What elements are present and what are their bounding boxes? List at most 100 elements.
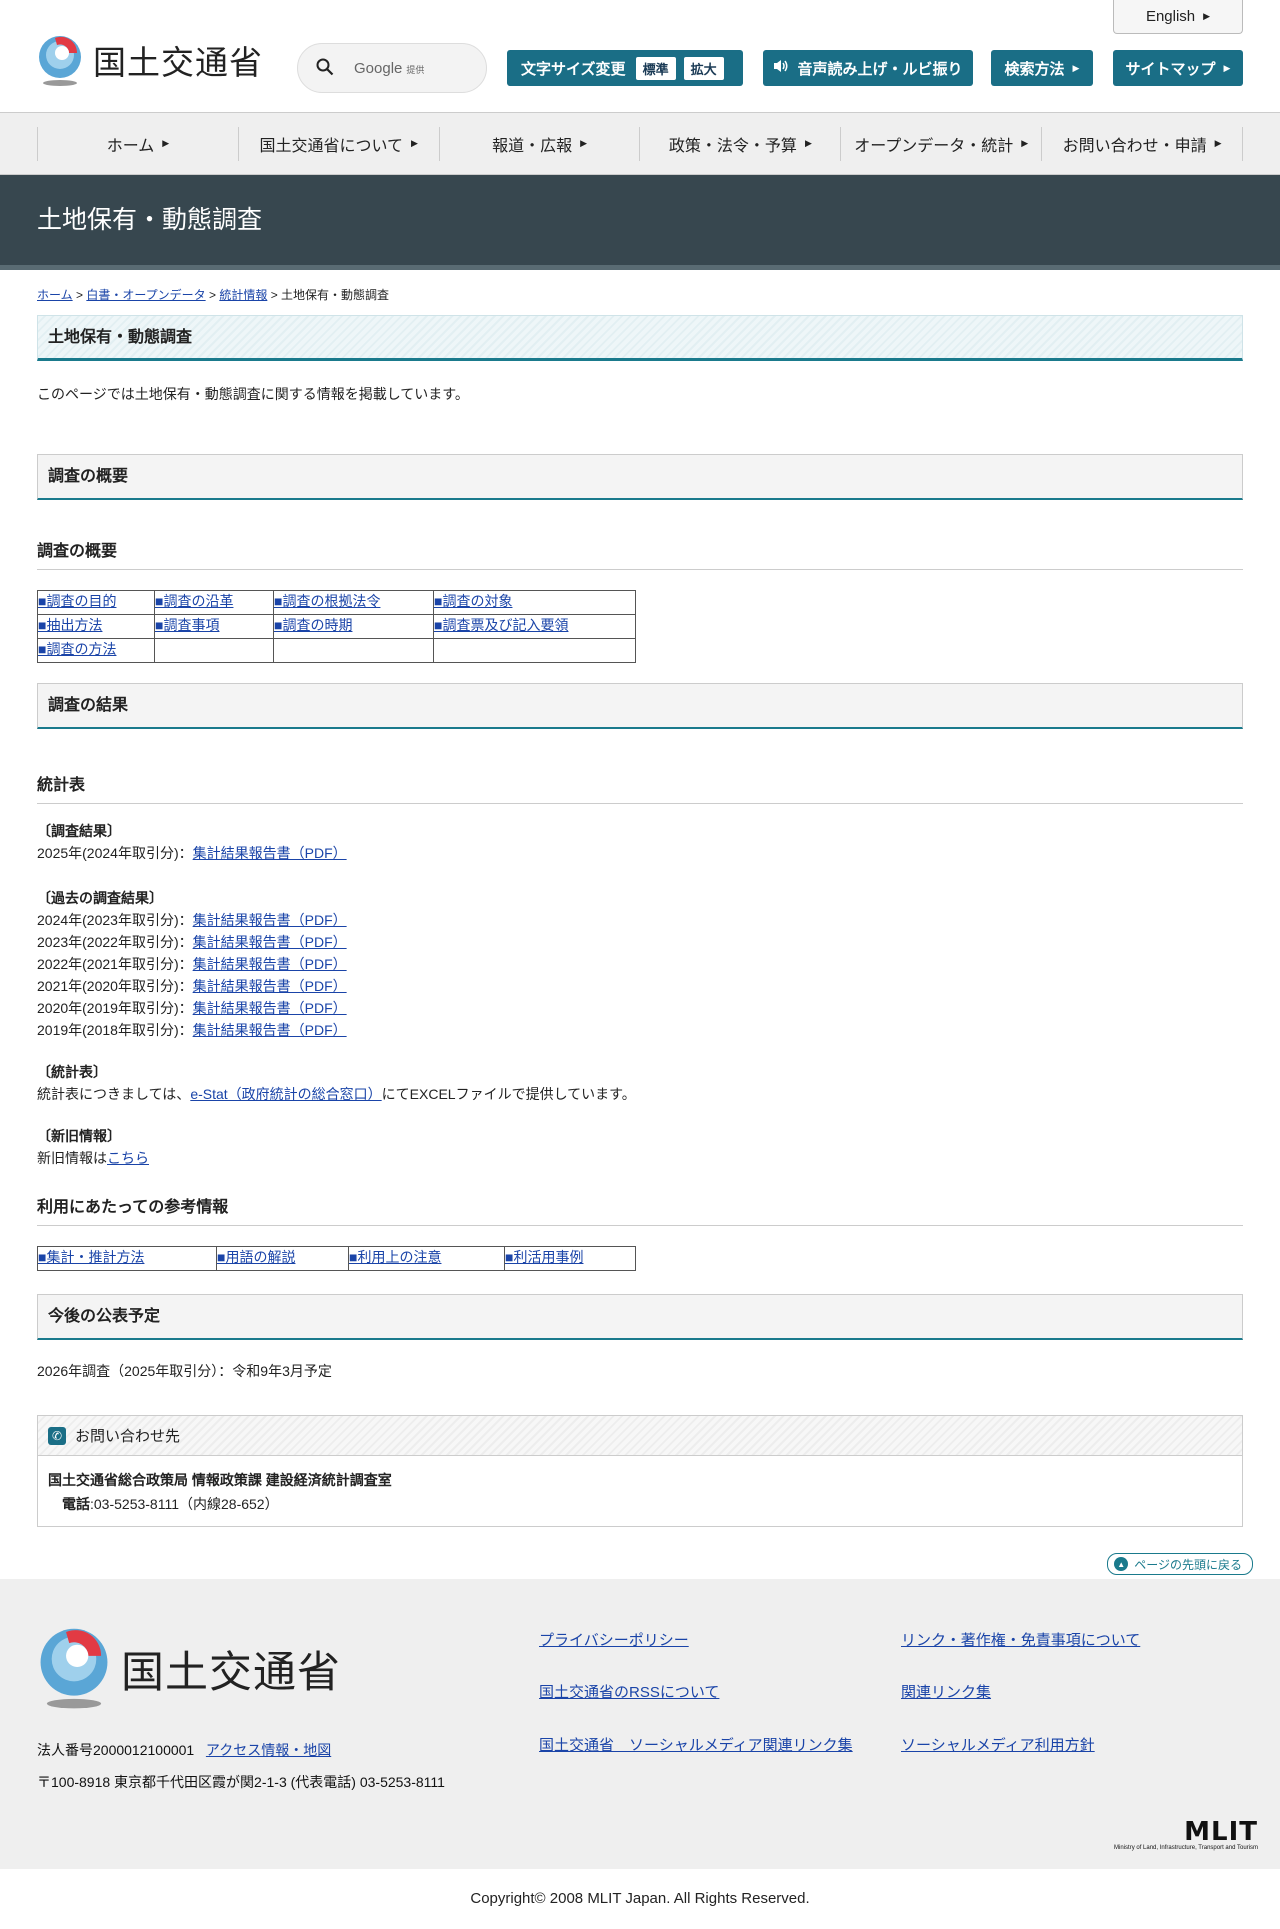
nav-item-contact[interactable]: お問い合わせ・申請 ▶ xyxy=(1041,126,1243,161)
font-size-control: 文字サイズ変更 標準 拡大 xyxy=(507,50,743,86)
nav-item-home[interactable]: ホーム ▶ xyxy=(37,126,238,161)
reference-links-table: ■集計・推計方法 ■用語の解説 ■利用上の注意 ■利活用事例 xyxy=(37,1246,636,1271)
voice-reading-button[interactable]: 音声読み上げ・ルビ振り xyxy=(763,50,973,86)
link-legal-basis[interactable]: ■調査の根拠法令 xyxy=(274,593,380,609)
footer-logo-text: 国土交通省 xyxy=(121,1647,341,1698)
link-use-cases[interactable]: ■利活用事例 xyxy=(505,1249,583,1265)
triangle-right-icon: ▶ xyxy=(1072,62,1080,73)
report-pdf-link[interactable]: 集計結果報告書（PDF） xyxy=(193,912,347,928)
reference-subheading: 利用にあたっての参考情報 xyxy=(37,1193,1243,1226)
link-method[interactable]: ■調査の方法 xyxy=(38,641,116,657)
arrow-up-icon: ▲ xyxy=(1114,1557,1129,1571)
page-title: 土地保有・動態調査 xyxy=(37,206,263,234)
voice-label: 音声読み上げ・ルビ振り xyxy=(797,60,963,78)
report-pdf-link[interactable]: 集計結果報告書（PDF） xyxy=(193,1022,347,1038)
nav-item-about[interactable]: 国土交通省について ▶ xyxy=(237,126,439,161)
report-pdf-link[interactable]: 集計結果報告書（PDF） xyxy=(193,978,347,994)
english-label: English xyxy=(1145,8,1196,25)
stats-block: 〔調査結果〕 2025年(2024年取引分)：集計結果報告書（PDF） 〔過去の… xyxy=(37,820,1243,1169)
newold-link[interactable]: こちら xyxy=(107,1150,149,1166)
link-usage-notes[interactable]: ■利用上の注意 xyxy=(349,1249,441,1265)
breadcrumb-home[interactable]: ホーム xyxy=(37,288,73,302)
mlit-logo-icon xyxy=(37,1624,111,1713)
address: 〒100-8918 東京都千代田区霞が関2-1-3 (代表電話) 03-5253… xyxy=(37,1774,445,1790)
report-pdf-link[interactable]: 集計結果報告書（PDF） xyxy=(193,934,347,950)
contact-phone: 電話:03-5253-8111（内線28-652） xyxy=(62,1496,279,1512)
stat-table-label: 〔統計表〕 xyxy=(37,1064,107,1080)
search-method-label: 検索方法 xyxy=(1004,60,1065,78)
link-glossary[interactable]: ■用語の解説 xyxy=(217,1249,295,1265)
list-item: 2021年(2020年取引分)：集計結果報告書（PDF） xyxy=(37,978,347,994)
table-row: ■調査の方法 xyxy=(37,638,636,663)
link-items[interactable]: ■調査事項 xyxy=(155,617,219,633)
breadcrumb-current: 土地保有・動態調査 xyxy=(281,288,390,302)
access-link[interactable]: アクセス情報・地図 xyxy=(206,1742,331,1758)
search-input[interactable]: Google 提供 xyxy=(297,43,487,93)
current-results-label: 〔調査結果〕 xyxy=(37,823,121,839)
link-history[interactable]: ■調査の沿革 xyxy=(155,593,233,609)
report-pdf-link[interactable]: 集計結果報告書（PDF） xyxy=(193,956,347,972)
speaker-icon xyxy=(773,59,789,77)
font-size-large-button[interactable]: 拡大 xyxy=(683,56,724,80)
breadcrumb-stats[interactable]: 統計情報 xyxy=(219,288,267,302)
copyright-link[interactable]: リンク・著作権・免責事項について xyxy=(901,1629,1140,1650)
english-button[interactable]: English ▶ xyxy=(1113,0,1243,34)
list-item: 2022年(2021年取引分)：集計結果報告書（PDF） xyxy=(37,956,347,972)
triangle-right-icon: ▶ xyxy=(162,138,170,148)
link-purpose[interactable]: ■調査の目的 xyxy=(38,593,116,609)
intro-text: このページでは土地保有・動態調査に関する情報を掲載しています。 xyxy=(37,386,469,402)
overview-subheading: 調査の概要 xyxy=(37,537,1243,570)
overview-links-table: ■調査の目的 ■調査の沿革 ■調査の根拠法令 ■調査の対象 ■抽出方法 ■調査事… xyxy=(37,590,636,663)
triangle-right-icon: ▶ xyxy=(1203,11,1211,21)
font-size-normal-button[interactable]: 標準 xyxy=(635,56,676,80)
schedule-text: 2026年調査（2025年取引分）：令和9年3月予定 xyxy=(37,1363,332,1379)
global-nav: ホーム ▶ 国土交通省について ▶ 報道・広報 ▶ 政策・法令・予算 ▶ オープンデータ… xyxy=(0,112,1280,175)
footer-logo[interactable]: 国土交通省 xyxy=(37,1624,341,1713)
site-header: 国土交通省 English ▶ Google 提供 文字サイズ変更 標準 拡大 音… xyxy=(0,0,1280,112)
list-item: 2025年(2024年取引分)：集計結果報告書（PDF） xyxy=(37,845,347,861)
breadcrumb: ホーム > 白書・オープンデータ > 統計情報 > 土地保有・動態調査 xyxy=(37,288,390,302)
link-forms[interactable]: ■調査票及び記入要領 xyxy=(434,617,568,633)
list-item: 2024年(2023年取引分)：集計結果報告書（PDF） xyxy=(37,912,347,928)
nav-item-opendata[interactable]: オープンデータ・統計 ▶ xyxy=(840,126,1041,161)
link-timing[interactable]: ■調査の時期 xyxy=(274,617,352,633)
search-placeholder: Google 提供 xyxy=(354,59,425,77)
newold-label: 〔新旧情報〕 xyxy=(37,1128,121,1144)
rss-link[interactable]: 国土交通省のRSSについて xyxy=(539,1681,719,1702)
list-item: 2019年(2018年取引分)：集計結果報告書（PDF） xyxy=(37,1022,347,1038)
social-links-link[interactable]: 国土交通省 ソーシャルメディア関連リンク集 xyxy=(539,1734,853,1755)
search-method-button[interactable]: 検索方法 ▶ xyxy=(991,50,1093,86)
privacy-policy-link[interactable]: プライバシーポリシー xyxy=(539,1629,689,1650)
triangle-right-icon: ▶ xyxy=(804,138,812,148)
table-row: ■抽出方法 ■調査事項 ■調査の時期 ■調査票及び記入要領 xyxy=(37,614,636,639)
breadcrumb-white-paper[interactable]: 白書・オープンデータ xyxy=(86,288,205,302)
schedule-section-heading: 今後の公表予定 xyxy=(37,1294,1243,1340)
contact-body: 国土交通省総合政策局 情報政策課 建設経済統計調査室 電話:03-5253-81… xyxy=(38,1456,1242,1526)
copyright: Copyright© 2008 MLIT Japan. All Rights R… xyxy=(470,1890,810,1907)
link-sampling[interactable]: ■抽出方法 xyxy=(38,617,102,633)
nav-item-policy[interactable]: 政策・法令・予算 ▶ xyxy=(639,126,840,161)
triangle-right-icon: ▶ xyxy=(1021,138,1029,148)
nav-item-press[interactable]: 報道・広報 ▶ xyxy=(438,126,640,161)
contact-org: 国土交通省総合政策局 情報政策課 建設経済統計調査室 xyxy=(48,1472,392,1488)
report-pdf-link[interactable]: 集計結果報告書（PDF） xyxy=(193,1000,347,1016)
social-policy-link[interactable]: ソーシャルメディア利用方針 xyxy=(901,1734,1095,1755)
table-row: ■調査の目的 ■調査の沿革 ■調査の根拠法令 ■調査の対象 xyxy=(37,590,636,615)
related-links-link[interactable]: 関連リンク集 xyxy=(901,1681,991,1702)
list-item: 2023年(2022年取引分)：集計結果報告書（PDF） xyxy=(37,934,347,950)
estat-link[interactable]: e-Stat（政府統計の総合窓口） xyxy=(190,1086,381,1102)
page-heading: 土地保有・動態調査 xyxy=(37,315,1243,361)
to-top-button[interactable]: ▲ ページの先頭に戻る xyxy=(1107,1553,1253,1575)
link-target[interactable]: ■調査の対象 xyxy=(434,593,512,609)
search-icon xyxy=(316,58,334,79)
report-pdf-link[interactable]: 集計結果報告書（PDF） xyxy=(193,845,347,861)
results-section-heading: 調査の結果 xyxy=(37,683,1243,729)
table-row: ■集計・推計方法 ■用語の解説 ■利用上の注意 ■利活用事例 xyxy=(37,1246,636,1271)
phone-icon: ✆ xyxy=(48,1426,66,1445)
site-logo[interactable]: 国土交通省 xyxy=(37,33,263,87)
link-estimation-method[interactable]: ■集計・推計方法 xyxy=(38,1249,144,1265)
past-results-label: 〔過去の調査結果〕 xyxy=(37,890,163,906)
sitemap-button[interactable]: サイトマップ ▶ xyxy=(1113,50,1243,86)
contact-box: ✆ お問い合わせ先 国土交通省総合政策局 情報政策課 建設経済統計調査室 電話:… xyxy=(37,1415,1243,1527)
logo-text: 国土交通省 xyxy=(93,43,263,82)
